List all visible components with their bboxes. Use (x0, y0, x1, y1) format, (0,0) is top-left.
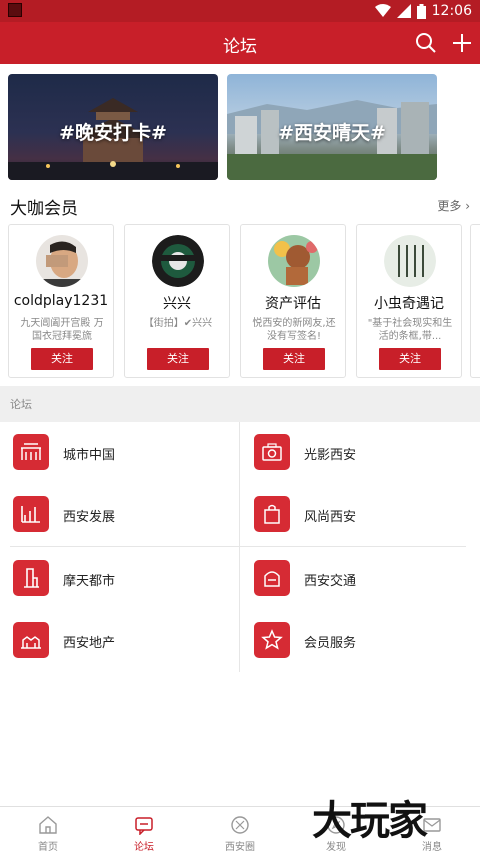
member-card-partial[interactable] (470, 224, 480, 378)
banner-text: #晚安打卡# (59, 122, 167, 144)
divider (10, 546, 466, 547)
search-icon[interactable] (414, 31, 438, 55)
avatar (36, 235, 88, 287)
nav-label: 首页 (38, 842, 58, 853)
status-bar: 12:06 (0, 0, 480, 22)
camera-icon (254, 434, 290, 470)
forum-item-label: 光影西安 (304, 448, 357, 463)
forum-item-skyscraper[interactable]: 摩天都市 (13, 550, 243, 610)
shopping-bag-icon (254, 496, 290, 532)
member-desc: "基于社会现实和生活的条框,带... (367, 318, 453, 342)
status-icons: 12:06 (374, 2, 472, 20)
forum-item-member-service[interactable]: 会员服务 (254, 612, 480, 672)
star-icon (254, 622, 290, 658)
forum-section-header: 论坛 (0, 386, 480, 422)
battery-icon (416, 3, 426, 19)
forum-item-development[interactable]: 西安发展 (13, 486, 243, 546)
nav-label: 西安圈 (225, 842, 255, 853)
forum-item-fashion[interactable]: 风尚西安 (254, 486, 480, 546)
banner-night[interactable]: #晚安打卡# (8, 74, 218, 180)
watermark: 大玩家 (312, 797, 428, 844)
banner-row: #晚安打卡# #西安晴天# (0, 64, 480, 188)
wifi-icon (374, 4, 391, 17)
home-icon (39, 816, 57, 834)
more-link[interactable]: 更多 › (437, 197, 470, 214)
member-name: 小虫奇遇记 (374, 296, 444, 312)
member-desc: 悦西安的新网友,还没有写签名! (252, 318, 336, 342)
circle-icon (231, 816, 249, 834)
signal-icon (396, 4, 411, 18)
status-time: 12:06 (431, 3, 472, 19)
follow-button[interactable]: 关注 (147, 348, 209, 370)
forum-item-label: 风尚西安 (304, 510, 357, 525)
banner-sunny[interactable]: #西安晴天# (227, 74, 437, 180)
member-name: 兴兴 (163, 296, 191, 312)
forum-item-label: 西安发展 (63, 510, 116, 525)
chevron-right-icon: › (461, 199, 470, 213)
follow-button[interactable]: 关注 (31, 348, 93, 370)
add-icon[interactable] (450, 31, 474, 55)
members-section-header: 大咖会员 更多 › (0, 190, 480, 220)
car-seat-icon (254, 560, 290, 596)
forum-item-label: 城市中国 (63, 448, 116, 463)
section-title: 大咖会员 (10, 199, 78, 219)
member-name: 资产评估 (265, 296, 321, 312)
city-gate-icon (13, 434, 49, 470)
more-label: 更多 (437, 199, 462, 213)
follow-button[interactable]: 关注 (263, 348, 325, 370)
app-icon (8, 3, 22, 17)
growth-chart-icon (13, 496, 49, 532)
forum-item-real-estate[interactable]: 西安地产 (13, 612, 243, 672)
nav-home[interactable]: 首页 (0, 807, 96, 855)
member-card[interactable]: coldplay1231 九天阊阖开宫殿 万国衣冠拜冕旒 关注 (8, 224, 114, 378)
nav-forum[interactable]: 论坛 (96, 807, 192, 855)
forum-item-label: 摩天都市 (63, 574, 116, 589)
forum-item-light-xian[interactable]: 光影西安 (254, 424, 480, 484)
forum-grid: 城市中国 光影西安 西安发展 风尚西安 摩天都市 西安交通 西安地产 会员服务 (0, 422, 480, 672)
member-desc: 九天阊阖开宫殿 万国衣冠拜冕旒 (20, 318, 104, 342)
member-card[interactable]: 资产评估 悦西安的新网友,还没有写签名! 关注 (240, 224, 346, 378)
forum-item-label: 西安交通 (304, 574, 357, 589)
nav-label: 论坛 (134, 842, 154, 853)
forum-item-label: 西安地产 (63, 636, 116, 651)
member-desc: 【街拍】✔兴兴 (143, 318, 213, 329)
member-carousel[interactable]: coldplay1231 九天阊阖开宫殿 万国衣冠拜冕旒 关注 兴兴 【街拍】✔… (0, 222, 480, 382)
member-card[interactable]: 兴兴 【街拍】✔兴兴 关注 (124, 224, 230, 378)
app-header: 论坛 (0, 22, 480, 64)
avatar (152, 235, 204, 287)
banner-text: #西安晴天# (278, 122, 386, 144)
forum-item-traffic[interactable]: 西安交通 (254, 550, 480, 610)
follow-button[interactable]: 关注 (379, 348, 441, 370)
page-title: 论坛 (223, 37, 257, 57)
avatar (268, 235, 320, 287)
forum-item-city-china[interactable]: 城市中国 (13, 424, 243, 484)
member-card[interactable]: 小虫奇遇记 "基于社会现实和生活的条框,带... 关注 (356, 224, 462, 378)
avatar (384, 235, 436, 287)
member-name: coldplay1231 (13, 293, 109, 309)
forum-icon (135, 817, 153, 835)
building-icon (13, 622, 49, 658)
section-label: 论坛 (10, 398, 32, 411)
nav-xian-circle[interactable]: 西安圈 (192, 807, 288, 855)
skyscraper-icon (13, 560, 49, 596)
forum-item-label: 会员服务 (304, 636, 357, 651)
